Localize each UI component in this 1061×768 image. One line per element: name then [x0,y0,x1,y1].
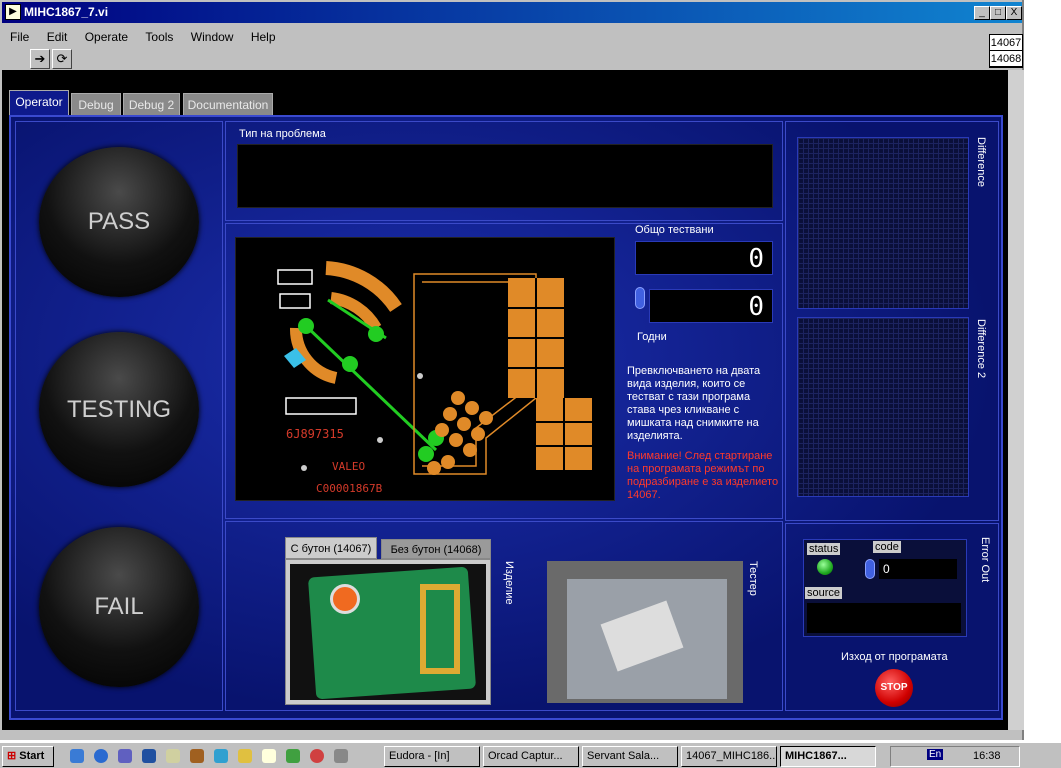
instance-14068[interactable]: 14068 [990,51,1022,67]
menu-file[interactable]: File [10,30,29,44]
maximize-button[interactable]: □ [990,6,1006,20]
windows-logo-icon: ⊞ [7,750,17,762]
good-count-display: 0 [649,289,773,323]
tool-icon[interactable] [190,749,204,763]
tab-operator[interactable]: Operator [9,90,69,116]
arrow-icon[interactable] [142,749,156,763]
status-led [817,559,833,575]
window-title: MIHC1867_7.vi [24,5,109,19]
taskbar: ⊞ Start Eudora - [In] Orcad Captur... Se… [0,742,1061,768]
menu-window[interactable]: Window [191,30,234,44]
folder-icon[interactable] [238,749,252,763]
difference-2-image [797,317,969,497]
menu-edit[interactable]: Edit [47,30,68,44]
vi-icon: ▶ [5,4,21,20]
clock: 16:38 [973,750,1001,762]
fail-lamp: FAIL [39,527,199,687]
source-display[interactable] [807,603,961,633]
product-label: Изделие [503,561,515,605]
problem-label: Тип на проблема [239,128,326,140]
mail-icon[interactable] [166,749,180,763]
menu-bar: File Edit Operate Tools Window Help [2,27,987,47]
difference-2-label: Difference 2 [975,319,987,379]
pass-lamp: PASS [39,147,199,297]
tab-debug-2[interactable]: Debug 2 [123,93,180,115]
code-display[interactable]: 0 [879,559,957,579]
good-count-increment-icon[interactable] [635,287,645,309]
labview-window: ▶ MIHC1867_7.vi _ □ X File Edit Operate … [0,0,1024,740]
start-button[interactable]: ⊞ Start [2,746,54,767]
warning-text: Внимание! След стартиране на програмата … [627,450,779,501]
run-arrow-icon[interactable]: ➔ [30,49,50,69]
tab-debug[interactable]: Debug [71,93,121,115]
instance-14067[interactable]: 14067 [990,35,1022,51]
difference-image [797,137,969,309]
total-tested-label: Общо тествани [635,224,714,236]
media-icon[interactable] [310,749,324,763]
close-button[interactable]: X [1006,6,1022,20]
task-eudora[interactable]: Eudora - [In] [384,746,480,767]
desktop-icon[interactable] [70,749,84,763]
tester-photo[interactable] [547,561,743,703]
network-icon[interactable] [214,749,228,763]
title-bar[interactable]: ▶ MIHC1867_7.vi _ □ X [2,2,1022,23]
error-out-label: Error Out [979,537,991,583]
testing-lamp: TESTING [39,332,199,487]
stop-button[interactable]: STOP [875,669,913,707]
tab-documentation[interactable]: Documentation [183,93,273,115]
total-tested-display: 0 [635,241,773,275]
source-label: source [805,587,843,599]
tester-label: Тестер [747,561,759,596]
printer-icon[interactable] [334,749,348,763]
task-mihc1867[interactable]: MIHC1867... [780,746,876,767]
code-increment-icon[interactable] [865,559,875,579]
code-label: code [873,541,901,553]
start-label: Start [19,750,45,762]
language-indicator[interactable]: En [927,749,944,760]
run-continuous-icon[interactable]: ⟳ [52,49,72,69]
pcb-part-number: 6J897315 [286,427,344,441]
paint-icon[interactable] [286,749,300,763]
menu-tools[interactable]: Tools [145,30,173,44]
minimize-button[interactable]: _ [974,6,990,20]
good-label: Годни [637,331,667,343]
pcb-brand: VALEO [332,460,365,473]
tab-without-button[interactable]: Без бутон (14068) [381,539,491,559]
difference-label: Difference [975,137,987,187]
problem-display [237,144,773,208]
system-tray: En 16:38 [890,746,1020,767]
status-label: status [807,543,841,555]
vertical-scrollbar[interactable] [1008,70,1024,730]
ie-icon[interactable] [94,749,108,763]
pcb-code: C00001867B [316,482,383,495]
menu-operate[interactable]: Operate [85,30,128,44]
product-photo-frame [285,559,491,705]
toolbar: ➔ ⟳ [30,49,74,69]
product-photo[interactable] [290,564,486,700]
tab-with-button[interactable]: С бутон (14067) [285,537,377,559]
pcb-image[interactable]: 6J897315 VALEO C00001867B [235,237,615,501]
menu-help[interactable]: Help [251,30,276,44]
operator-tab-body: PASS TESTING FAIL Тип на проблема 6J8973… [9,115,1003,720]
labview-icon[interactable] [262,749,276,763]
task-14067[interactable]: 14067_MIHC186... [681,746,777,767]
task-orcad[interactable]: Orcad Captur... [483,746,579,767]
app-icon[interactable] [118,749,132,763]
instance-list: 14067 14068 [989,34,1023,68]
info-text: Превключването на двата вида изделия, ко… [627,365,761,442]
task-servant[interactable]: Servant Sala... [582,746,678,767]
exit-label: Изход от програмата [841,651,948,663]
